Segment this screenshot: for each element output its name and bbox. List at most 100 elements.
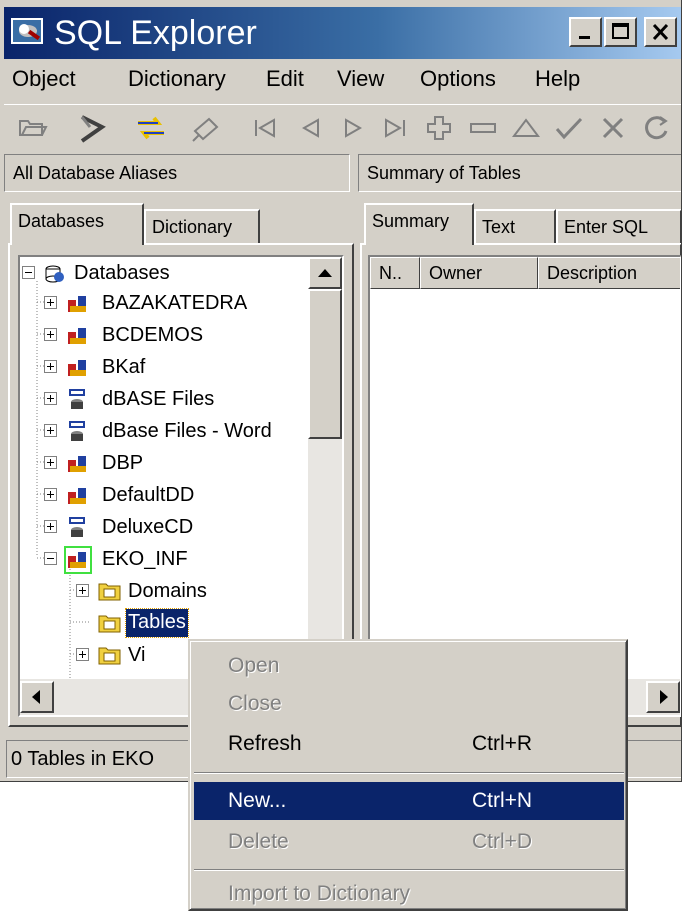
tab-enter-sql[interactable]: Enter SQL [556,209,681,245]
tree-node-databases[interactable]: Databases [20,257,320,289]
tree-node-label: DBP [102,452,144,474]
menu-item-open[interactable]: Open [194,647,624,685]
apply-icon[interactable] [189,111,223,145]
prior-icon[interactable] [294,111,328,145]
column-header-description[interactable]: Description [538,257,680,289]
maximize-button[interactable] [604,17,637,47]
folder-icon [98,615,121,633]
expand-icon[interactable] [44,456,57,469]
scroll-up-button[interactable] [308,257,342,289]
last-icon[interactable] [378,111,412,145]
menu-separator [194,772,624,774]
tree-node-eko-inf[interactable]: EKO_INF [20,543,320,575]
refresh-data-icon[interactable] [640,111,674,145]
scroll-right-button[interactable] [646,681,680,713]
menu-item-import-to-dictionary[interactable]: Import to Dictionary [194,875,624,911]
tree-node-label: dBase Files - Word [102,420,272,442]
maximize-icon [612,23,629,39]
tree-node-label: EKO_INF [102,548,188,570]
menu-help[interactable]: Help [535,64,580,94]
arrow-right-icon [660,690,668,704]
edit-icon[interactable] [509,111,543,145]
arrow-up-icon [318,269,332,277]
shortcut-refresh: Ctrl+R [472,732,533,755]
database-alias-icon [68,456,86,472]
tab-summary[interactable]: Summary [364,203,474,245]
menu-edit[interactable]: Edit [266,64,304,94]
insert-icon[interactable] [422,111,456,145]
tab-databases[interactable]: Databases [10,203,144,245]
tree-node-label: BKaf [102,356,146,378]
title-bar[interactable]: SQL Explorer [4,7,681,59]
menu-view[interactable]: View [337,64,384,94]
databases-icon [45,265,64,283]
delete-icon[interactable] [466,111,500,145]
database-alias-icon [68,296,86,312]
cancel-icon[interactable] [596,111,630,145]
arrow-left-icon [32,690,40,704]
tree-node-label: Databases [74,262,170,284]
expand-icon[interactable] [44,520,57,533]
collapse-icon[interactable] [22,266,35,279]
expand-icon[interactable] [44,360,57,373]
post-icon[interactable] [552,111,586,145]
expand-icon[interactable] [44,296,57,309]
sql-explorer-app-icon [11,18,43,44]
dbase-alias-icon [69,517,85,537]
tree-node-bcdemos[interactable]: BCDEMOS [20,319,320,351]
tree-node-label: DeluxeCD [102,516,194,538]
shortcut-delete: Ctrl+D [472,830,533,853]
expand-icon[interactable] [44,392,57,405]
tree-node-domains[interactable]: Domains [20,575,320,607]
menu-object[interactable]: Object [12,64,76,94]
menu-options[interactable]: Options [420,64,496,94]
menu-item-new[interactable]: New... Ctrl+N [194,782,624,820]
minimize-icon [579,36,590,39]
tree-node-deluxecd[interactable]: DeluxeCD [20,511,320,543]
menu-dictionary[interactable]: Dictionary [128,64,226,94]
tree-node-bkaf[interactable]: BKaf [20,351,320,383]
open-icon[interactable] [16,111,50,145]
tree-node-label: Domains [128,580,207,602]
menu-bar: Object Dictionary Edit View Options Help [4,60,681,100]
column-header-name[interactable]: N.. [370,257,420,289]
expand-icon[interactable] [76,648,89,661]
tree-node-label: BAZAKATEDRA [102,292,248,314]
tab-dictionary[interactable]: Dictionary [144,209,260,245]
menu-item-close[interactable]: Close [194,685,624,723]
expand-icon[interactable] [44,488,57,501]
window-title: SQL Explorer [54,14,257,52]
disconnect-icon[interactable] [76,111,110,145]
context-menu: Open Close Refresh Ctrl+R New... Ctrl+N … [188,639,628,911]
expand-icon[interactable] [76,584,89,597]
column-header-owner[interactable]: Owner [420,257,538,289]
minimize-button[interactable] [569,17,602,47]
close-button[interactable] [644,17,677,47]
database-alias-icon [68,488,86,504]
tree-node-dbase-files[interactable]: dBASE Files [20,383,320,415]
refresh-icon[interactable] [134,111,168,145]
next-icon[interactable] [336,111,370,145]
scroll-left-button[interactable] [20,681,54,713]
expand-icon[interactable] [44,328,57,341]
first-icon[interactable] [248,111,282,145]
menu-item-refresh[interactable]: Refresh Ctrl+R [194,725,624,763]
tree-node-dbp[interactable]: DBP [20,447,320,479]
tree-node-dbase-files-word[interactable]: dBase Files - Word [20,415,320,447]
tree-vertical-scrollbar[interactable] [308,257,342,679]
expand-icon[interactable] [44,424,57,437]
tree-node-tables[interactable]: Tables [20,607,320,639]
close-icon [652,23,669,41]
tree-node-defaultdd[interactable]: DefaultDD [20,479,320,511]
database-alias-icon [64,546,92,574]
left-panel-header: All Database Aliases [4,154,350,192]
menu-item-delete[interactable]: Delete Ctrl+D [194,823,624,861]
collapse-icon[interactable] [44,552,57,565]
menu-separator [194,869,624,871]
dbase-alias-icon [69,389,85,409]
scroll-thumb[interactable] [308,289,342,439]
tree-node-label: dBASE Files [102,388,215,410]
tree-node-label: DefaultDD [102,484,195,506]
tree-node-bazakatedra[interactable]: BAZAKATEDRA [20,287,320,319]
tab-text[interactable]: Text [474,209,556,245]
